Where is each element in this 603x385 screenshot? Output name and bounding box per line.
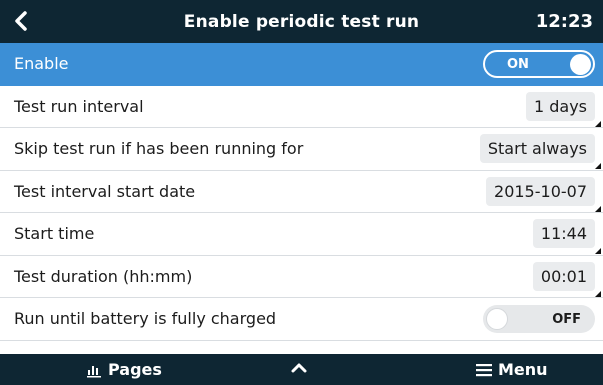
- header-bar: Enable periodic test run 12:23: [0, 0, 603, 43]
- screen: Enable periodic test run 12:23 Enable ON…: [0, 0, 603, 385]
- chevron-left-icon: [15, 11, 27, 31]
- row-label: Start time: [14, 224, 95, 244]
- value-box[interactable]: 11:44: [532, 219, 601, 255]
- value-box[interactable]: Start always: [479, 134, 601, 170]
- row-label: Enable: [14, 54, 69, 74]
- value-box[interactable]: 2015-10-07: [486, 176, 601, 212]
- row-test-run-interval[interactable]: Test run interval 1 days: [0, 85, 603, 128]
- value-text: 2015-10-07: [494, 181, 587, 201]
- bottom-bar: Pages Menu: [0, 354, 603, 385]
- row-enable[interactable]: Enable ON: [0, 43, 603, 86]
- edit-corner-icon: [595, 163, 601, 170]
- value-text: 00:01: [540, 266, 587, 286]
- row-start-date[interactable]: Test interval start date 2015-10-07: [0, 170, 603, 213]
- edit-corner-icon: [595, 248, 601, 255]
- run-until-charged-toggle[interactable]: OFF: [483, 304, 595, 333]
- toggle-state: ON: [507, 56, 529, 72]
- value-box[interactable]: 1 days: [525, 91, 601, 127]
- row-label: Test duration (hh:mm): [14, 266, 193, 286]
- value-box[interactable]: 00:01: [532, 261, 601, 297]
- value-text: 11:44: [540, 224, 587, 244]
- row-skip-test-run[interactable]: Skip test run if has been running for St…: [0, 128, 603, 171]
- menu-label: Menu: [498, 360, 548, 379]
- value-text: 1 days: [533, 96, 587, 116]
- bar-chart-icon: [86, 362, 102, 378]
- menu-button[interactable]: Menu: [476, 360, 548, 379]
- hamburger-icon: [476, 363, 492, 377]
- settings-list: Enable ON Test run interval 1 days Skip …: [0, 43, 603, 341]
- row-label: Run until battery is fully charged: [14, 309, 277, 329]
- clock: 12:23: [535, 11, 593, 32]
- pages-button[interactable]: Pages: [86, 360, 162, 379]
- row-start-time[interactable]: Start time 11:44: [0, 213, 603, 256]
- toggle-knob: [486, 307, 508, 330]
- scroll-up-button[interactable]: [290, 359, 308, 377]
- chevron-up-icon: [291, 363, 307, 373]
- toggle-knob: [570, 53, 591, 75]
- row-test-duration[interactable]: Test duration (hh:mm) 00:01: [0, 255, 603, 298]
- enable-toggle[interactable]: ON: [483, 49, 595, 78]
- row-label: Skip test run if has been running for: [14, 139, 304, 159]
- row-run-until-charged[interactable]: Run until battery is fully charged OFF: [0, 298, 603, 341]
- back-button[interactable]: [6, 6, 36, 36]
- value-text: Start always: [487, 139, 587, 159]
- pages-label: Pages: [108, 360, 162, 379]
- edit-corner-icon: [595, 205, 601, 212]
- toggle-state: OFF: [552, 311, 581, 327]
- edit-corner-icon: [595, 290, 601, 297]
- page-title: Enable periodic test run: [183, 12, 420, 32]
- row-label: Test interval start date: [14, 181, 196, 201]
- edit-corner-icon: [595, 120, 601, 127]
- row-label: Test run interval: [14, 96, 144, 116]
